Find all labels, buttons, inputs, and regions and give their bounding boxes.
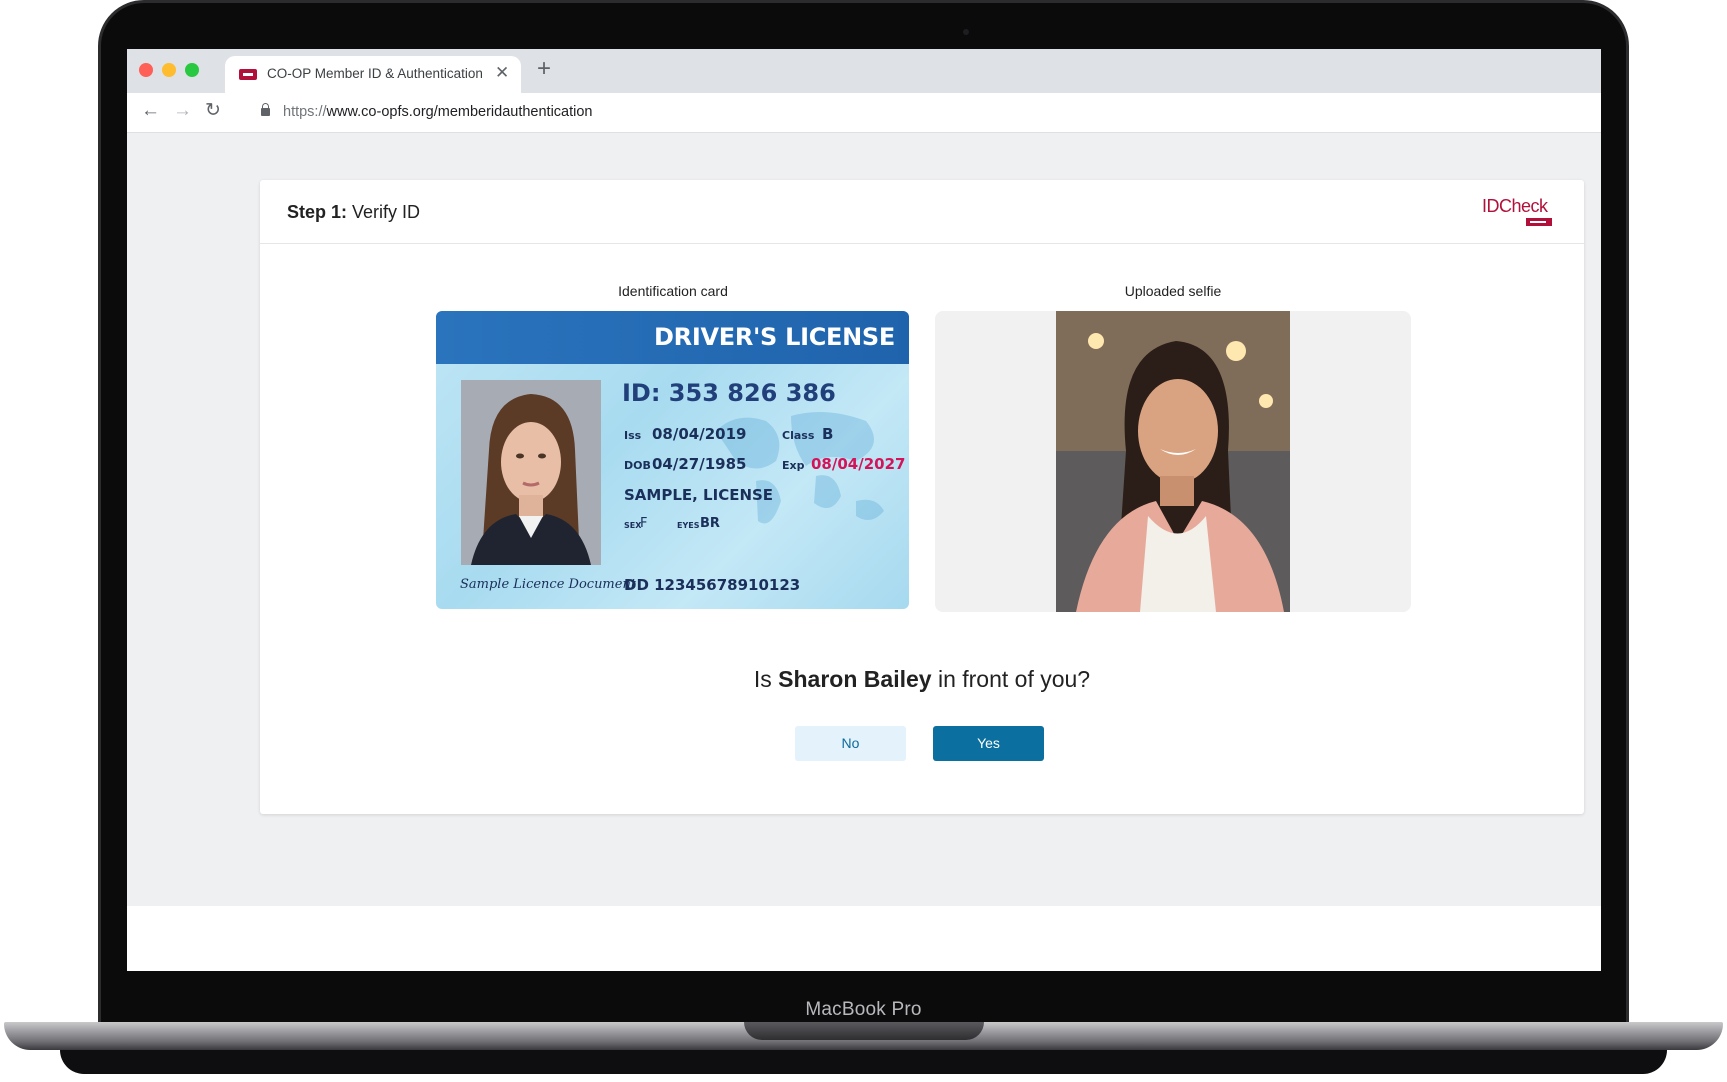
window-close-button[interactable] bbox=[139, 63, 153, 77]
class-label: Class bbox=[782, 429, 815, 442]
iss-value: 08/04/2019 bbox=[652, 425, 747, 443]
dd-number: DD 12345678910123 bbox=[624, 576, 801, 594]
screen: CO-OP Member ID & Authentication ✕ + ← →… bbox=[127, 49, 1601, 971]
selfie-panel bbox=[935, 311, 1411, 612]
verification-question: Is Sharon Bailey in front of you? bbox=[753, 666, 1091, 692]
browser-tab[interactable]: CO-OP Member ID & Authentication ✕ bbox=[225, 56, 521, 93]
lock-icon bbox=[261, 103, 270, 116]
new-tab-icon[interactable]: + bbox=[537, 57, 551, 81]
id-number: ID: 353 826 386 bbox=[622, 379, 836, 407]
page-body: Step 1: Verify ID IDCheck Identification… bbox=[127, 133, 1601, 906]
iss-label: Iss bbox=[624, 429, 642, 442]
class-value: B bbox=[822, 425, 834, 443]
dob-label: DOB bbox=[624, 459, 651, 472]
coop-badge-icon bbox=[1526, 218, 1552, 226]
reload-icon[interactable]: ↻ bbox=[205, 101, 221, 121]
address-toolbar: ← → ↻ https://www.co-opfs.org/memberidau… bbox=[127, 93, 1601, 133]
selfie-caption: Uploaded selfie bbox=[1124, 283, 1222, 299]
tab-title: CO-OP Member ID & Authentication bbox=[267, 66, 483, 81]
page-footer bbox=[127, 906, 1601, 971]
dob-value: 04/27/1985 bbox=[652, 455, 747, 473]
window-minimize-button[interactable] bbox=[162, 63, 176, 77]
member-name: Sharon Bailey bbox=[778, 666, 932, 692]
close-tab-icon[interactable]: ✕ bbox=[495, 63, 509, 83]
eyes-value: BR bbox=[700, 516, 720, 531]
sex-value: F bbox=[640, 516, 648, 531]
id-card-title: DRIVER'S LICENSE bbox=[654, 323, 895, 351]
license-name: SAMPLE, LICENSE bbox=[624, 486, 774, 504]
window-maximize-button[interactable] bbox=[185, 63, 199, 77]
url-path: www.co-opfs.org/memberidauthentication bbox=[326, 104, 593, 120]
no-button[interactable]: No bbox=[795, 726, 906, 761]
sex-label: SEX bbox=[624, 521, 642, 530]
laptop-foot bbox=[60, 1050, 1667, 1074]
eyes-label: EYES bbox=[677, 521, 700, 530]
id-card-header: DRIVER'S LICENSE bbox=[436, 311, 909, 364]
coop-favicon-icon bbox=[239, 69, 257, 80]
card-header: Step 1: Verify ID IDCheck bbox=[260, 180, 1584, 244]
selfie-photo bbox=[1056, 311, 1290, 612]
id-card-image: DRIVER'S LICENSE ID: 353 826 386 Iss 08/… bbox=[436, 311, 909, 609]
verify-card: Step 1: Verify ID IDCheck Identification… bbox=[260, 180, 1584, 814]
id-portrait-photo bbox=[461, 380, 601, 565]
yes-button[interactable]: Yes bbox=[933, 726, 1044, 761]
exp-value: 08/04/2027 bbox=[811, 455, 906, 473]
laptop-notch bbox=[744, 1022, 984, 1040]
url-scheme: https:// bbox=[283, 104, 327, 120]
back-arrow-icon[interactable]: ← bbox=[141, 101, 160, 121]
idcheck-logo: IDCheck bbox=[1482, 196, 1562, 230]
step-title: Verify ID bbox=[352, 202, 421, 222]
forward-arrow-icon[interactable]: → bbox=[173, 101, 192, 121]
address-bar[interactable]: https://www.co-opfs.org/memberidauthenti… bbox=[283, 104, 593, 120]
tab-bar: CO-OP Member ID & Authentication ✕ + bbox=[127, 49, 1601, 93]
camera-icon bbox=[963, 29, 969, 35]
exp-label: Exp bbox=[782, 459, 805, 472]
step-label: Step 1: bbox=[287, 202, 348, 222]
id-caption: Identification card bbox=[618, 283, 728, 299]
device-label: MacBook Pro bbox=[805, 999, 922, 1020]
page-title: Step 1: Verify ID bbox=[287, 202, 420, 223]
signature: Sample Licence Document bbox=[460, 577, 637, 592]
